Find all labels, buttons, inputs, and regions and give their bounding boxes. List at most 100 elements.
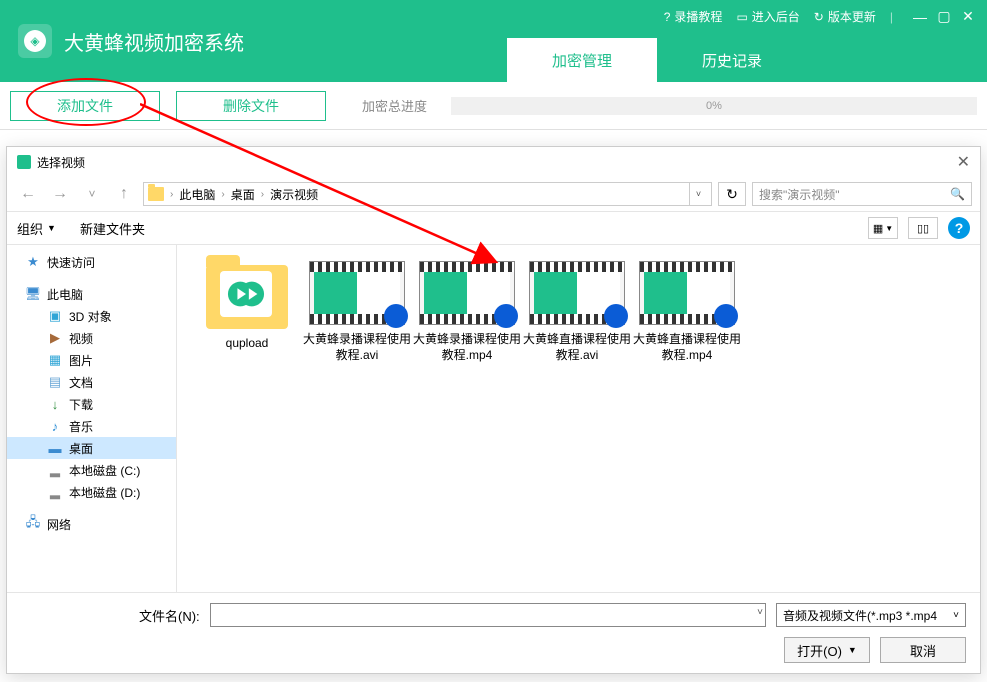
link-tutorial[interactable]: ? 录播教程 — [664, 8, 723, 25]
picture-icon: ▦ — [47, 352, 63, 368]
dialog-footer: 文件名(N): ˅ 音频及视频文件(*.mp3 *.mp4 ˅ 打开(O) ▼ … — [7, 592, 980, 673]
video-thumb — [529, 261, 625, 325]
path-seg-desktop[interactable]: 桌面 — [227, 186, 259, 203]
nav-recent-button[interactable]: ˅ — [79, 182, 105, 206]
link-backend[interactable]: ▭ 进入后台 — [736, 8, 799, 25]
nav-forward-button[interactable]: → — [47, 182, 73, 206]
main-toolbar: 添加文件 删除文件 加密总进度 0% — [0, 82, 987, 130]
video-thumb — [639, 261, 735, 325]
chevron-down-icon: ▼ — [848, 645, 857, 655]
path-dropdown[interactable]: ˅ — [689, 182, 707, 206]
add-file-button[interactable]: 添加文件 — [10, 91, 160, 121]
video-icon: ▶ — [47, 330, 63, 346]
badge-icon — [494, 304, 518, 328]
file-label: qupload — [226, 335, 269, 351]
path-seg-folder[interactable]: 演示视频 — [266, 186, 322, 203]
folder-thumb — [206, 265, 288, 329]
path-bar[interactable]: › 此电脑 › 桌面 › 演示视频 ˅ — [143, 182, 712, 206]
filename-input[interactable]: ˅ — [210, 603, 766, 627]
dialog-help-button[interactable]: ? — [948, 217, 970, 239]
chevron-right-icon: › — [261, 189, 264, 200]
dialog-titlebar: 选择视频 ✕ — [7, 147, 980, 177]
file-list: qupload 大黄蜂录播课程使用教程.avi 大黄蜂录播课程使用教程.mp4 … — [177, 245, 980, 592]
sidebar-disk-c[interactable]: ▂本地磁盘 (C:) — [7, 459, 176, 481]
download-icon: ↓ — [47, 396, 63, 412]
sidebar-pictures[interactable]: ▦图片 — [7, 349, 176, 371]
path-root[interactable]: 此电脑 — [175, 186, 219, 203]
delete-file-button[interactable]: 删除文件 — [176, 91, 326, 121]
preview-pane-button[interactable]: ▯▯ — [908, 217, 938, 239]
progress-label: 加密总进度 — [362, 96, 427, 115]
monitor-icon: ▭ — [736, 10, 747, 24]
close-button[interactable]: ✕ — [961, 10, 975, 24]
view-mode-button[interactable]: ▦ ▼ — [868, 217, 898, 239]
window-buttons: — ▢ ✕ — [913, 10, 975, 24]
file-item-video[interactable]: 大黄蜂直播课程使用教程.mp4 — [633, 261, 741, 363]
dialog-nav: ← → ˅ ↑ › 此电脑 › 桌面 › 演示视频 ˅ ↻ 搜索"演示视频" 🔍 — [7, 177, 980, 211]
file-item-folder[interactable]: qupload — [193, 261, 301, 363]
search-input[interactable]: 搜索"演示视频" 🔍 — [752, 182, 972, 206]
progress-text: 0% — [706, 100, 722, 112]
file-label: 大黄蜂直播课程使用教程.mp4 — [633, 331, 741, 363]
music-icon: ♪ — [47, 418, 63, 434]
nav-up-button[interactable]: ↑ — [111, 182, 137, 206]
dialog-close-button[interactable]: ✕ — [957, 152, 970, 172]
cube-icon: ▣ — [47, 308, 63, 324]
badge-icon — [604, 304, 628, 328]
organize-menu[interactable]: 组织 ▼ — [17, 219, 56, 238]
new-folder-button[interactable]: 新建文件夹 — [80, 219, 145, 238]
maximize-button[interactable]: ▢ — [937, 10, 951, 24]
dialog-body: ★快速访问 🖥此电脑 ▣3D 对象 ▶视频 ▦图片 ▤文档 ↓下载 ♪音乐 ▬桌… — [7, 245, 980, 592]
file-label: 大黄蜂录播课程使用教程.mp4 — [413, 331, 521, 363]
new-folder-label: 新建文件夹 — [80, 219, 145, 238]
sidebar-music[interactable]: ♪音乐 — [7, 415, 176, 437]
logo-icon: ◈ — [24, 30, 46, 52]
sidebar-videos[interactable]: ▶视频 — [7, 327, 176, 349]
open-button[interactable]: 打开(O) ▼ — [784, 637, 870, 663]
separator: | — [890, 10, 893, 24]
file-label: 大黄蜂直播课程使用教程.avi — [523, 331, 631, 363]
dialog-sidebar: ★快速访问 🖥此电脑 ▣3D 对象 ▶视频 ▦图片 ▤文档 ↓下载 ♪音乐 ▬桌… — [7, 245, 177, 592]
chevron-down-icon: ˅ — [953, 610, 959, 621]
link-version[interactable]: ↻ 版本更新 — [814, 8, 876, 25]
sidebar-3d-objects[interactable]: ▣3D 对象 — [7, 305, 176, 327]
minimize-button[interactable]: — — [913, 10, 927, 24]
open-label: 打开(O) — [797, 641, 842, 660]
video-thumb — [309, 261, 405, 325]
link-version-label: 版本更新 — [828, 8, 876, 25]
sidebar-documents[interactable]: ▤文档 — [7, 371, 176, 393]
sidebar-this-pc[interactable]: 🖥此电脑 — [7, 283, 176, 305]
file-item-video[interactable]: 大黄蜂直播课程使用教程.avi — [523, 261, 631, 363]
folder-icon — [148, 187, 164, 201]
cancel-button[interactable]: 取消 — [880, 637, 966, 663]
desktop-icon: ▬ — [47, 440, 63, 456]
badge-icon — [384, 304, 408, 328]
pc-icon: 🖥 — [25, 286, 41, 302]
refresh-icon: ↻ — [814, 10, 824, 24]
star-icon: ★ — [25, 254, 41, 270]
app-logo: ◈ — [18, 24, 52, 58]
app-title: 大黄蜂视频加密系统 — [64, 27, 244, 56]
sidebar-downloads[interactable]: ↓下载 — [7, 393, 176, 415]
chevron-right-icon: › — [221, 189, 224, 200]
file-item-video[interactable]: 大黄蜂录播课程使用教程.avi — [303, 261, 411, 363]
sidebar-quick-access[interactable]: ★快速访问 — [7, 251, 176, 273]
sidebar-network[interactable]: 🖧网络 — [7, 513, 176, 535]
disk-icon: ▂ — [47, 484, 63, 500]
nav-refresh-button[interactable]: ↻ — [718, 182, 746, 206]
sidebar-desktop[interactable]: ▬桌面 — [7, 437, 176, 459]
filetype-filter[interactable]: 音频及视频文件(*.mp3 *.mp4 ˅ — [776, 603, 966, 627]
chevron-down-icon: ▼ — [47, 223, 56, 233]
tab-history[interactable]: 历史记录 — [657, 38, 807, 82]
nav-back-button[interactable]: ← — [15, 182, 41, 206]
header-left: ◈ 大黄蜂视频加密系统 — [0, 24, 244, 58]
search-icon: 🔍 — [950, 187, 965, 201]
dialog-title: 选择视频 — [37, 154, 85, 171]
filename-label: 文件名(N): — [139, 606, 200, 625]
sidebar-disk-d[interactable]: ▂本地磁盘 (D:) — [7, 481, 176, 503]
disk-icon: ▂ — [47, 462, 63, 478]
file-item-video[interactable]: 大黄蜂录播课程使用教程.mp4 — [413, 261, 521, 363]
tab-encrypt[interactable]: 加密管理 — [507, 38, 657, 82]
file-open-dialog: 选择视频 ✕ ← → ˅ ↑ › 此电脑 › 桌面 › 演示视频 ˅ ↻ 搜索"… — [6, 146, 981, 674]
file-label: 大黄蜂录播课程使用教程.avi — [303, 331, 411, 363]
